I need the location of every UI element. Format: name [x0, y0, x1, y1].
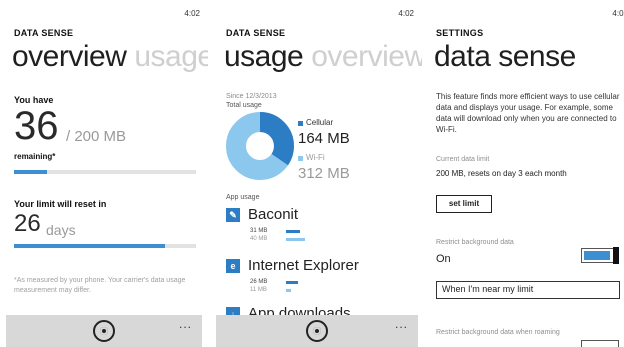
app-name-internet-explorer[interactable]: Internet Explorer: [248, 257, 359, 274]
more-options[interactable]: ...: [395, 317, 408, 331]
data-limit-label: Current data limit: [436, 156, 490, 163]
baconit-cellular: 31 MB: [250, 228, 268, 234]
status-time: 4:02: [184, 9, 200, 18]
toggle-thumb: [613, 247, 619, 264]
roaming-toggle[interactable]: [581, 340, 619, 347]
status-time: 4:02: [612, 9, 624, 18]
app-bar: ...: [6, 315, 202, 347]
wifi-legend-swatch: [298, 156, 303, 161]
app-name-baconit[interactable]: Baconit: [248, 206, 298, 223]
remaining-label: remaining*: [14, 152, 56, 161]
pivot-usage[interactable]: usage: [134, 40, 208, 73]
ie-wifi-bar: [286, 289, 292, 292]
pivot-header: usage overview: [224, 40, 422, 74]
app-bar: ...: [216, 315, 418, 347]
settings-title: SETTINGS: [436, 28, 484, 38]
status-time: 4:02: [398, 9, 414, 18]
ie-wifi: 11 MB: [250, 287, 267, 293]
reset-progress-fill: [14, 244, 166, 248]
total-usage-label: Total usage: [226, 102, 262, 109]
wifi-legend-label: Wi-Fi: [306, 153, 325, 162]
more-options[interactable]: ...: [179, 317, 192, 331]
roaming-label: Restrict background data when roaming: [436, 329, 560, 336]
overview-screen: 4:02 DATA SENSE overview usage You have 3…: [0, 0, 208, 347]
pivot-header: overview usage: [12, 40, 208, 74]
restrict-background-label: Restrict background data: [436, 239, 514, 246]
reset-progress-bar: [14, 244, 196, 248]
cellular-legend-swatch: [298, 121, 303, 126]
reset-unit: days: [46, 222, 76, 238]
cellular-value: 164 MB: [298, 130, 350, 147]
remaining-value: 36: [14, 104, 59, 148]
toggle-fill: [584, 251, 610, 260]
usage-screen: 4:02 DATA SENSE usage overview Since 12/3…: [212, 0, 422, 347]
ie-cellular-bar: [286, 281, 299, 284]
cellular-legend-label: Cellular: [306, 118, 334, 127]
reset-label: Your limit will reset in: [14, 199, 107, 209]
ie-cellular: 26 MB: [250, 279, 268, 285]
settings-icon[interactable]: [93, 320, 115, 342]
baconit-cellular-bar: [286, 230, 301, 233]
remaining-progress-fill: [14, 170, 47, 174]
data-limit-value: 200 MB, resets on day 3 each month: [436, 169, 567, 178]
pivot-usage[interactable]: usage: [224, 40, 304, 73]
wifi-value: 312 MB: [298, 165, 350, 182]
pivot-overview[interactable]: overview: [311, 40, 422, 73]
restrict-option-select[interactable]: When I'm near my limit: [436, 281, 620, 299]
usage-donut-chart: [226, 112, 294, 180]
app-title: DATA SENSE: [14, 28, 74, 38]
internet-explorer-icon: e: [226, 259, 240, 273]
restrict-background-state: On: [436, 253, 451, 265]
footnote: *As measured by your phone. Your carrier…: [14, 277, 186, 294]
settings-screen: 4:02 SETTINGS data sense This feature fi…: [426, 0, 624, 347]
pivot-overview[interactable]: overview: [12, 40, 127, 73]
baconit-icon: ✎: [226, 208, 240, 222]
reset-value: 26: [14, 210, 41, 237]
baconit-wifi-bar: [286, 238, 306, 241]
feature-description: This feature finds more efficient ways t…: [436, 92, 620, 134]
page-title: data sense: [434, 40, 576, 73]
since-date: Since 12/3/2013: [226, 93, 277, 100]
app-title: DATA SENSE: [226, 28, 286, 38]
remaining-total: / 200 MB: [66, 128, 127, 145]
settings-icon[interactable]: [306, 320, 328, 342]
remaining-progress-bar: [14, 170, 196, 174]
restrict-background-toggle[interactable]: [581, 247, 619, 264]
baconit-wifi: 40 MB: [250, 236, 268, 242]
app-usage-label: App usage: [226, 194, 260, 201]
set-limit-button[interactable]: set limit: [436, 195, 492, 213]
